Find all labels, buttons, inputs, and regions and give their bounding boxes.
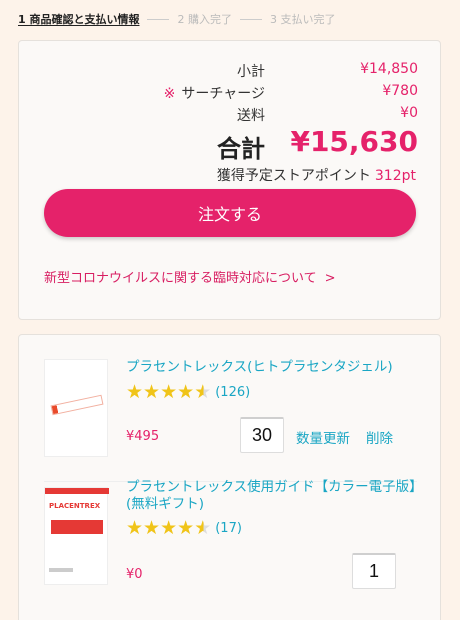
- surcharge-note-mark: ※: [163, 86, 176, 102]
- subtotal-value: ¥14,850: [360, 61, 418, 77]
- points-value: 312pt: [374, 168, 416, 184]
- step-3: 3 支払い完了: [269, 13, 336, 26]
- surcharge-value: ¥780: [382, 83, 418, 99]
- product-name-link[interactable]: プラセントレックス使用ガイド【カラー電子版】(無料ギフト): [126, 479, 416, 513]
- guide-cover-band: [45, 488, 109, 494]
- half-star-icon: ★: [194, 380, 212, 403]
- product-price: ¥0: [126, 567, 143, 582]
- product-price: ¥495: [126, 429, 160, 444]
- cart-item: PLACENTREX プラセントレックス使用ガイド【カラー電子版】(無料ギフト)…: [19, 475, 442, 595]
- total-label: 合計: [217, 135, 265, 163]
- star-icon: ★: [160, 380, 178, 403]
- step-divider: [147, 18, 170, 20]
- order-button[interactable]: 注文する: [44, 189, 416, 237]
- step-divider: [239, 18, 262, 20]
- covid-notice-link[interactable]: 新型コロナウイルスに関する臨時対応について >: [44, 267, 336, 286]
- star-icon: ★: [160, 516, 178, 539]
- subtotal-row: 小計 ¥14,850: [19, 61, 442, 81]
- star-icon: ★: [143, 380, 161, 403]
- quantity-input[interactable]: 1: [352, 553, 396, 589]
- points-label: 獲得予定ストアポイント: [216, 168, 371, 184]
- product-thumbnail[interactable]: PLACENTREX: [44, 487, 109, 585]
- star-icon: ★: [126, 516, 144, 539]
- review-count[interactable]: (17): [215, 521, 242, 536]
- update-quantity-link[interactable]: 数量更新: [296, 427, 350, 447]
- guide-cover-box: [51, 520, 103, 534]
- order-summary-card: 小計 ¥14,850 ※ サーチャージ ¥780 送料 ¥0 合計 ¥15,630…: [18, 40, 441, 320]
- gel-tube-image: [50, 394, 104, 416]
- cart-item: プラセントレックス(ヒトプラセンタジェル) ★ ★ ★ ★ ★ (126) ¥4…: [19, 355, 442, 482]
- surcharge-label-group: ※ サーチャージ: [164, 83, 265, 103]
- chevron-right-icon: >: [324, 271, 336, 286]
- quantity-input[interactable]: 30: [240, 417, 284, 453]
- star-rating: ★ ★ ★ ★ ★ (17): [126, 517, 242, 539]
- total-value: ¥15,630: [290, 125, 418, 158]
- cart-items-card: プラセントレックス(ヒトプラセンタジェル) ★ ★ ★ ★ ★ (126) ¥4…: [18, 334, 441, 620]
- shipping-value: ¥0: [400, 105, 418, 121]
- half-star-icon: ★: [194, 516, 212, 539]
- star-icon: ★: [126, 380, 144, 403]
- delete-link[interactable]: 削除: [366, 427, 393, 447]
- step-2: 2 購入完了: [177, 13, 232, 26]
- star-icon: ★: [177, 516, 195, 539]
- star-icon: ★: [177, 380, 195, 403]
- product-name-link[interactable]: プラセントレックス(ヒトプラセンタジェル): [126, 359, 416, 376]
- review-count[interactable]: (126): [215, 385, 250, 400]
- total-row: 合計 ¥15,630: [19, 125, 442, 165]
- step-1: 1 商品確認と支払い情報: [18, 13, 140, 26]
- subtotal-label: 小計: [237, 64, 265, 80]
- checkout-steps: 1 商品確認と支払い情報 2 購入完了 3 支払い完了: [18, 10, 448, 28]
- store-points: 獲得予定ストアポイント 312pt: [217, 165, 416, 185]
- guide-cover-logo: PLACENTREX: [49, 502, 101, 510]
- shipping-row: 送料 ¥0: [19, 105, 442, 125]
- shipping-label: 送料: [237, 108, 265, 124]
- surcharge-label: サーチャージ: [181, 86, 265, 102]
- product-thumbnail[interactable]: [44, 359, 108, 457]
- guide-cover-footer: [49, 568, 73, 572]
- surcharge-row: ※ サーチャージ ¥780: [19, 83, 442, 103]
- star-icon: ★: [143, 516, 161, 539]
- star-rating: ★ ★ ★ ★ ★ (126): [126, 381, 250, 403]
- covid-notice-text: 新型コロナウイルスに関する臨時対応について: [44, 271, 317, 286]
